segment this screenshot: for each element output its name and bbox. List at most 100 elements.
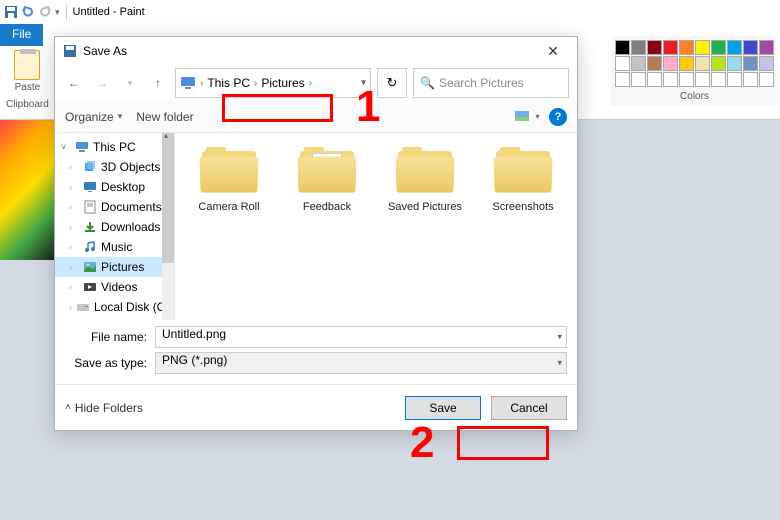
color-swatch[interactable] xyxy=(711,56,726,71)
tree-item-videos[interactable]: ›Videos xyxy=(55,277,174,297)
organize-menu[interactable]: Organize▾ xyxy=(65,110,122,124)
videos-icon xyxy=(83,280,97,294)
folder-saved-pictures[interactable]: Saved Pictures xyxy=(387,147,463,213)
color-swatch[interactable] xyxy=(631,72,646,87)
folder-label: Feedback xyxy=(289,201,365,213)
search-icon: 🔍 xyxy=(420,76,435,90)
undo-icon[interactable] xyxy=(21,5,35,19)
folder-label: Saved Pictures xyxy=(387,201,463,213)
color-swatch[interactable] xyxy=(615,40,630,55)
color-swatch[interactable] xyxy=(743,40,758,55)
paste-icon[interactable] xyxy=(14,50,40,80)
chevron-right-icon[interactable]: › xyxy=(200,78,203,89)
file-name-label: File name: xyxy=(65,330,155,344)
color-swatch[interactable] xyxy=(679,40,694,55)
save-button[interactable]: Save xyxy=(405,396,481,420)
help-button[interactable]: ? xyxy=(549,108,567,126)
tree-item-desktop[interactable]: ›Desktop xyxy=(55,177,174,197)
colors-label: Colors xyxy=(615,91,774,102)
color-swatch[interactable] xyxy=(615,56,630,71)
chevron-down-icon[interactable]: ▾ xyxy=(557,332,562,343)
breadcrumb[interactable]: › This PC › Pictures › ▾ xyxy=(175,68,371,98)
folder-icon xyxy=(298,147,356,193)
folder-icon xyxy=(396,147,454,193)
docs-icon xyxy=(83,200,97,214)
redo-icon[interactable] xyxy=(38,5,52,19)
cancel-button[interactable]: Cancel xyxy=(491,396,567,420)
tree-item-label: Videos xyxy=(101,280,137,294)
forward-button[interactable]: → xyxy=(91,72,113,94)
color-swatch[interactable] xyxy=(663,40,678,55)
folder-feedback[interactable]: Feedback xyxy=(289,147,365,213)
recent-dropdown[interactable]: ▾ xyxy=(119,72,141,94)
tree-item-music[interactable]: ›Music xyxy=(55,237,174,257)
tree-item-label: Documents xyxy=(101,200,162,214)
search-placeholder: Search Pictures xyxy=(439,76,524,90)
color-swatch[interactable] xyxy=(759,72,774,87)
color-swatch[interactable] xyxy=(679,72,694,87)
color-swatch[interactable] xyxy=(679,56,694,71)
hide-folders-toggle[interactable]: ˄Hide Folders xyxy=(65,401,143,415)
folder-camera-roll[interactable]: Camera Roll xyxy=(191,147,267,213)
desktop-icon xyxy=(83,180,97,194)
color-swatch[interactable] xyxy=(695,56,710,71)
chevron-down-icon[interactable]: ▾ xyxy=(557,358,562,369)
refresh-button[interactable]: ↻ xyxy=(377,68,407,98)
music-icon xyxy=(83,240,97,254)
tree-item-3d-objects[interactable]: ›3D Objects xyxy=(55,157,174,177)
tree-item-pictures[interactable]: ›Pictures xyxy=(55,257,174,277)
color-swatch[interactable] xyxy=(743,56,758,71)
color-swatch[interactable] xyxy=(711,72,726,87)
color-swatch[interactable] xyxy=(711,40,726,55)
tree-pane[interactable]: ˅This PC›3D Objects›Desktop›Documents›Do… xyxy=(55,133,175,320)
save-icon[interactable] xyxy=(4,5,18,19)
view-options[interactable]: ▾ xyxy=(513,107,541,127)
dialog-titlebar[interactable]: Save As ✕ xyxy=(55,37,577,65)
color-swatch[interactable] xyxy=(663,72,678,87)
paint-titlebar: ▾ Untitled - Paint xyxy=(0,0,780,24)
color-swatch[interactable] xyxy=(615,72,630,87)
tree-item-sources-d-[interactable]: ›SOURCES (D:) xyxy=(55,317,174,320)
tree-item-label: Music xyxy=(101,240,132,254)
color-swatch[interactable] xyxy=(631,56,646,71)
tree-item-this-pc[interactable]: ˅This PC xyxy=(55,137,174,157)
tree-item-documents[interactable]: ›Documents xyxy=(55,197,174,217)
color-swatch[interactable] xyxy=(727,56,742,71)
folder-icon xyxy=(200,147,258,193)
tree-item-local-disk-c-[interactable]: ›Local Disk (C:) xyxy=(55,297,174,317)
color-swatch[interactable] xyxy=(695,40,710,55)
tree-item-label: Local Disk (C:) xyxy=(94,300,173,314)
color-swatch[interactable] xyxy=(663,56,678,71)
back-button[interactable]: ← xyxy=(63,72,85,94)
up-button[interactable]: ↑ xyxy=(147,72,169,94)
tree-item-downloads[interactable]: ›Downloads xyxy=(55,217,174,237)
breadcrumb-dropdown[interactable]: ▾ xyxy=(361,78,366,89)
color-swatch[interactable] xyxy=(727,72,742,87)
color-swatch[interactable] xyxy=(727,40,742,55)
chevron-right-icon[interactable]: › xyxy=(254,78,257,89)
breadcrumb-folder[interactable]: Pictures xyxy=(261,76,304,90)
color-swatch[interactable] xyxy=(695,72,710,87)
scrollbar-thumb[interactable] xyxy=(162,133,174,263)
color-swatch[interactable] xyxy=(647,40,662,55)
color-swatch[interactable] xyxy=(759,56,774,71)
color-swatch[interactable] xyxy=(743,72,758,87)
file-tab[interactable]: File xyxy=(0,24,43,46)
folder-label: Screenshots xyxy=(485,201,561,213)
breadcrumb-root[interactable]: This PC xyxy=(207,76,250,90)
chevron-right-icon[interactable]: › xyxy=(309,78,312,89)
folder-screenshots[interactable]: Screenshots xyxy=(485,147,561,213)
search-input[interactable]: 🔍 Search Pictures xyxy=(413,68,569,98)
close-button[interactable]: ✕ xyxy=(533,40,573,62)
folder-pane[interactable]: Camera Roll Feedback Saved Pictures Screens… xyxy=(175,133,577,320)
color-swatch[interactable] xyxy=(647,72,662,87)
color-swatch[interactable] xyxy=(631,40,646,55)
file-name-input[interactable]: Untitled.png▾ xyxy=(155,326,567,348)
save-type-select[interactable]: PNG (*.png)▾ xyxy=(155,352,567,374)
new-folder-button[interactable]: New folder xyxy=(136,110,193,124)
color-swatch[interactable] xyxy=(759,40,774,55)
tree-scrollbar[interactable] xyxy=(162,133,174,320)
annotation-box-2 xyxy=(457,426,549,460)
tree-item-label: 3D Objects xyxy=(101,160,160,174)
color-swatch[interactable] xyxy=(647,56,662,71)
